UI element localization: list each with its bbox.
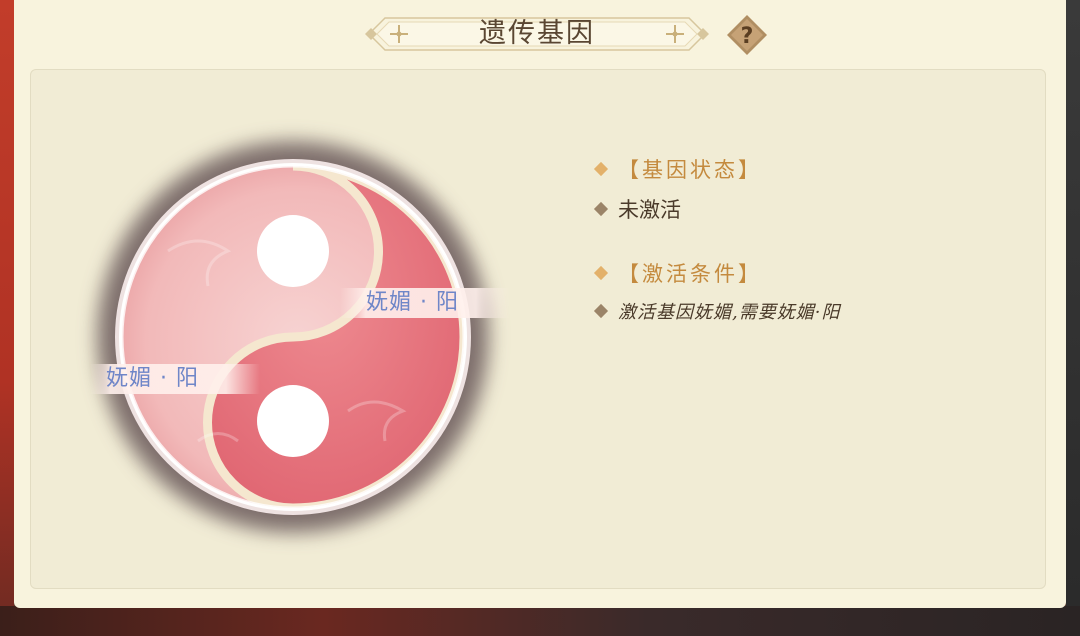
diamond-bullet-icon xyxy=(593,265,609,281)
help-button[interactable]: ? xyxy=(726,14,768,56)
yin-yang-gene-emblem xyxy=(95,139,491,535)
condition-heading: 【激活条件】 xyxy=(618,262,762,286)
page-title: 遗传基因 xyxy=(479,18,595,49)
background-scene-right xyxy=(1066,0,1080,636)
background-scene-left xyxy=(0,0,14,636)
status-heading-row: 【基因状态】 xyxy=(593,154,762,184)
background-scene-bottom xyxy=(0,606,1080,636)
gene-tag-right[interactable]: 妩媚 · 阳 xyxy=(340,288,510,318)
status-value: 未激活 xyxy=(618,198,681,222)
diamond-bullet-icon xyxy=(593,201,609,217)
diamond-bullet-icon xyxy=(593,161,609,177)
gene-tag-left[interactable]: 妩媚 · 阳 xyxy=(90,364,260,394)
svg-text:?: ? xyxy=(741,24,754,49)
condition-value: 激活基因妩媚,需要妩媚·阳 xyxy=(618,302,841,323)
question-icon: ? xyxy=(727,15,767,55)
status-value-row: 未激活 xyxy=(593,194,681,224)
yin-eye xyxy=(257,385,329,457)
status-heading: 【基因状态】 xyxy=(618,158,762,182)
title-banner: 遗传基因 xyxy=(363,12,711,56)
condition-heading-row: 【激活条件】 xyxy=(593,258,762,288)
yang-eye xyxy=(257,215,329,287)
condition-value-row: 激活基因妩媚,需要妩媚·阳 xyxy=(593,298,841,324)
diamond-bullet-icon xyxy=(593,303,609,319)
